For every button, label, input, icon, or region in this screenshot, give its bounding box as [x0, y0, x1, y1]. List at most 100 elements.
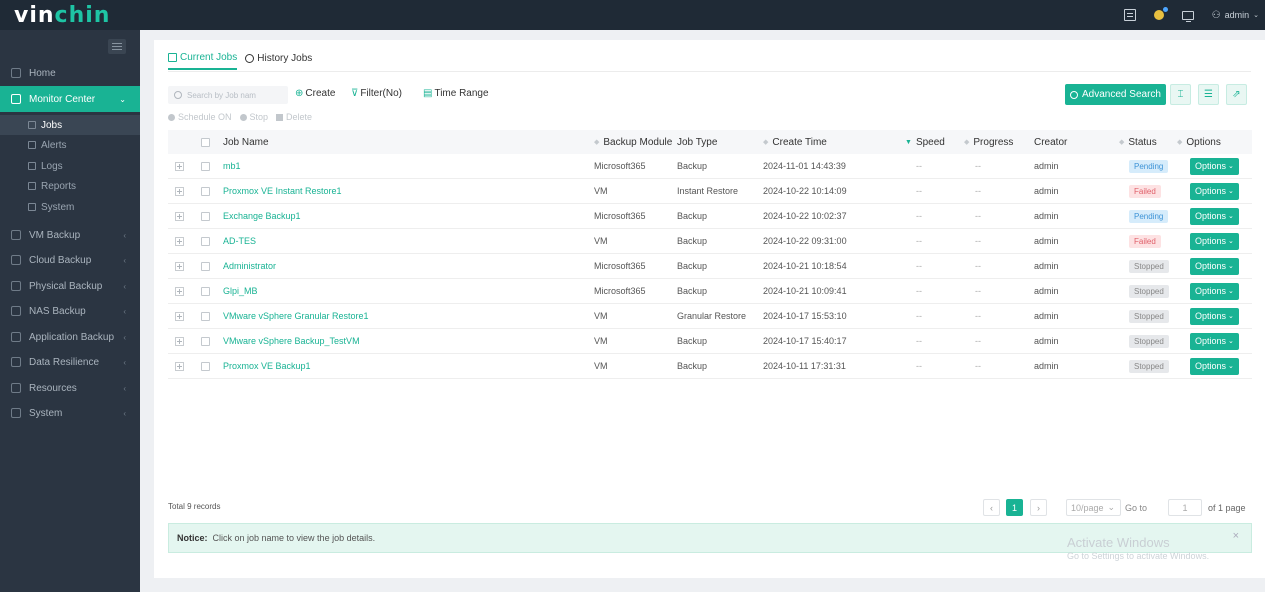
options-dropdown-button[interactable]: Options ⌄ [1190, 179, 1239, 203]
trash-icon [276, 113, 284, 121]
sidebar-item-physical-backup[interactable]: Physical Backup ‹ [0, 274, 140, 298]
page-size-select[interactable]: 10/page ⌄ [1066, 499, 1121, 516]
sidebar-sub-jobs[interactable]: Jobs [0, 115, 140, 135]
creator: admin [1034, 286, 1059, 296]
job-name-link[interactable]: Exchange Backup1 [223, 204, 301, 228]
sidebar-sub-reports[interactable]: Reports [0, 176, 140, 196]
table-row: Proxmox VE Instant Restore1 VM Instant Res… [168, 179, 1252, 204]
delete-button[interactable]: Delete [276, 112, 312, 122]
collapse-menu-button[interactable] [108, 39, 126, 54]
job-name-link[interactable]: VMware vSphere Granular Restore1 [223, 304, 369, 328]
header-job-name[interactable]: Job Name [223, 130, 269, 154]
chevron-left-icon: ‹ [123, 332, 126, 342]
notification-icon[interactable] [1153, 7, 1168, 20]
header-speed[interactable]: ▼ Speed [905, 130, 945, 154]
row-checkbox[interactable] [201, 304, 210, 328]
sidebar-item-system[interactable]: System ‹ [0, 401, 140, 425]
prev-page-button[interactable]: ‹ [983, 499, 1000, 516]
options-button[interactable]: Options ⌄ [1190, 182, 1239, 200]
header-progress[interactable]: ◆ Progress [964, 130, 1013, 154]
sidebar-item-monitor-center[interactable]: Monitor Center ⌄ [0, 86, 140, 112]
close-icon[interactable]: × [1233, 530, 1239, 542]
options-dropdown-button[interactable]: Options ⌄ [1190, 254, 1239, 278]
row-checkbox[interactable] [201, 254, 210, 278]
header-backup-module[interactable]: ◆ Backup Module [594, 130, 672, 154]
task-list-icon[interactable] [1123, 9, 1136, 21]
header-create-time[interactable]: ◆ Create Time [763, 130, 827, 154]
advanced-search-button[interactable]: Advanced Search [1065, 84, 1166, 105]
options-button[interactable]: Options ⌄ [1190, 282, 1239, 300]
options-dropdown-button[interactable]: Options ⌄ [1190, 354, 1239, 378]
page-1-button[interactable]: 1 [1006, 499, 1023, 516]
export-button[interactable]: ⇗ [1226, 84, 1247, 105]
expand-row-button[interactable] [175, 279, 184, 303]
sidebar-sub-alerts[interactable]: Alerts [0, 135, 140, 155]
options-dropdown-button[interactable]: Options ⌄ [1190, 279, 1239, 303]
options-button[interactable]: Options ⌄ [1190, 307, 1239, 325]
options-dropdown-button[interactable]: Options ⌄ [1190, 304, 1239, 328]
expand-row-button[interactable] [175, 179, 184, 203]
user-menu[interactable]: ⚇ admin ⌄ [1212, 10, 1259, 21]
job-name-link[interactable]: Proxmox VE Backup1 [223, 354, 311, 378]
job-name-link[interactable]: Proxmox VE Instant Restore1 [223, 179, 342, 203]
expand-row-button[interactable] [175, 304, 184, 328]
options-button[interactable]: Options ⌄ [1190, 332, 1239, 350]
monitor-icon[interactable] [1181, 10, 1194, 22]
sidebar-sub-logs[interactable]: Logs [0, 156, 140, 176]
job-name-link[interactable]: Glpi_MB [223, 279, 258, 303]
sidebar-sub-system[interactable]: System [0, 197, 140, 217]
expand-row-button[interactable] [175, 154, 184, 178]
sidebar: Home Monitor Center ⌄ Jobs Alerts Logs R… [0, 30, 140, 592]
row-checkbox[interactable] [201, 279, 210, 303]
sidebar-item-cloud-backup[interactable]: Cloud Backup ‹ [0, 248, 140, 272]
sidebar-item-data-resilience[interactable]: Data Resilience ‹ [0, 350, 140, 374]
row-checkbox[interactable] [201, 154, 210, 178]
column-height-button[interactable]: ⌶ [1170, 84, 1191, 105]
create-button[interactable]: ⊕ Create [295, 88, 335, 99]
options-button[interactable]: Options ⌄ [1190, 157, 1239, 175]
header-status[interactable]: ◆ Status [1119, 130, 1157, 154]
expand-row-button[interactable] [175, 204, 184, 228]
options-dropdown-button[interactable]: Options ⌄ [1190, 229, 1239, 253]
sidebar-item-resources[interactable]: Resources ‹ [0, 376, 140, 400]
row-checkbox[interactable] [201, 179, 210, 203]
goto-page-input[interactable]: 1 [1168, 499, 1202, 516]
stop-button[interactable]: Stop [239, 112, 268, 122]
options-button[interactable]: Options ⌄ [1190, 357, 1239, 375]
job-name-link[interactable]: mb1 [223, 154, 241, 178]
expand-row-button[interactable] [175, 329, 184, 353]
search-input[interactable]: Search by Job nam [168, 86, 288, 104]
expand-row-button[interactable] [175, 229, 184, 253]
create-time: 2024-10-11 17:31:31 [763, 361, 846, 371]
filter-button[interactable]: ⊽ Filter(No) [351, 88, 402, 99]
sidebar-item-home[interactable]: Home [0, 61, 140, 85]
expand-row-button[interactable] [175, 354, 184, 378]
options-button[interactable]: Options ⌄ [1190, 232, 1239, 250]
schedule-on-button[interactable]: Schedule ON [168, 112, 232, 122]
row-checkbox[interactable] [201, 329, 210, 353]
sidebar-item-vm-backup[interactable]: VM Backup ‹ [0, 223, 140, 247]
options-dropdown-button[interactable]: Options ⌄ [1190, 204, 1239, 228]
sidebar-item-application-backup[interactable]: Application Backup ‹ [0, 325, 140, 349]
tab-current-jobs[interactable]: Current Jobs [168, 52, 238, 70]
row-checkbox[interactable] [201, 204, 210, 228]
tab-history-jobs[interactable]: History Jobs [245, 52, 312, 70]
time-range-button[interactable]: ▤ Time Range [423, 88, 489, 99]
job-name-link[interactable]: VMware vSphere Backup_TestVM [223, 329, 360, 353]
creator: admin [1034, 336, 1059, 346]
expand-row-button[interactable] [175, 254, 184, 278]
sidebar-item-nas-backup[interactable]: NAS Backup ‹ [0, 299, 140, 323]
column-settings-button[interactable]: ☰ [1198, 84, 1219, 105]
options-dropdown-button[interactable]: Options ⌄ [1190, 154, 1239, 178]
next-page-button[interactable]: › [1030, 499, 1047, 516]
options-button[interactable]: Options ⌄ [1190, 207, 1239, 225]
sidebar-sub-label: System [41, 201, 75, 213]
options-dropdown-button[interactable]: Options ⌄ [1190, 329, 1239, 353]
row-checkbox[interactable] [201, 229, 210, 253]
select-all-checkbox[interactable] [201, 130, 210, 154]
vinchin-logo[interactable]: vinchin [0, 3, 110, 28]
job-name-link[interactable]: AD-TES [223, 229, 256, 253]
job-name-link[interactable]: Administrator [223, 254, 276, 278]
options-button[interactable]: Options ⌄ [1190, 257, 1239, 275]
row-checkbox[interactable] [201, 354, 210, 378]
